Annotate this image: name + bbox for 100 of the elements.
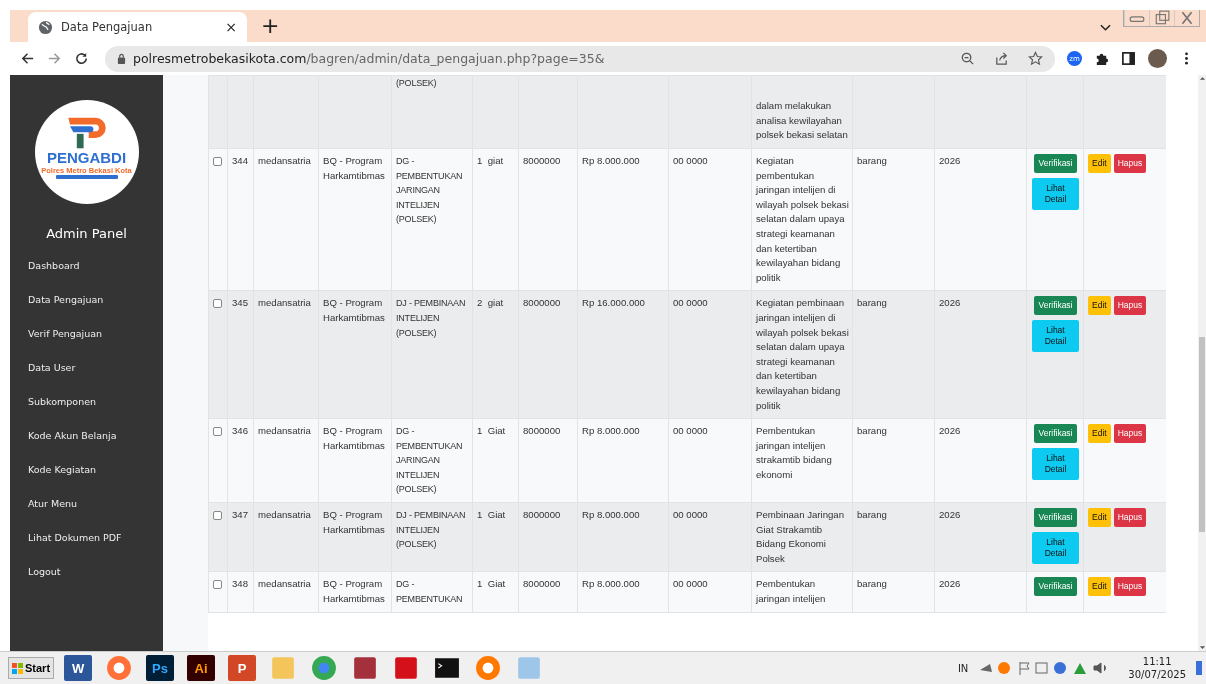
sidebar-item[interactable]: Kode Akun Belanja xyxy=(10,429,163,463)
table-cell: DG - PEMBENTUKAN JARINGAN INTELIJEN (POLSEK) xyxy=(396,426,463,495)
table-cell: 00 0000 xyxy=(673,297,708,309)
table-cell: DG - PEMBENTUKAN JARINGAN INTELIJEN (POLSEK) xyxy=(396,156,463,225)
table-cell: 1 Giat xyxy=(477,509,506,521)
sidebar-item[interactable]: Logout xyxy=(10,565,163,599)
new-tab-button[interactable]: + xyxy=(261,13,280,39)
delete-button[interactable]: Hapus xyxy=(1113,296,1147,316)
tab-close-button[interactable]: × xyxy=(225,19,237,35)
detail-button[interactable]: Lihat Detail xyxy=(1032,320,1079,353)
scrollbar-thumb[interactable] xyxy=(1199,337,1205,532)
table-cell: Rp 16.000.000 xyxy=(582,297,645,309)
table-cell: BQ - Program Harkamtibmas xyxy=(323,425,385,451)
delete-button[interactable]: Hapus xyxy=(1113,424,1147,444)
reload-icon[interactable] xyxy=(74,51,89,66)
row-checkbox[interactable] xyxy=(213,511,222,521)
delete-button[interactable]: Hapus xyxy=(1113,154,1147,173)
edit-button[interactable]: Edit xyxy=(1088,154,1111,173)
language-indicator[interactable]: IN xyxy=(957,662,969,674)
side-panel-icon[interactable] xyxy=(1121,51,1136,66)
taskbar-app-button[interactable]: P xyxy=(228,655,257,681)
row-checkbox[interactable] xyxy=(213,157,222,166)
edit-button[interactable]: Edit xyxy=(1088,577,1111,597)
taskbar-app-button[interactable]: W xyxy=(64,655,93,681)
table-cell: barang xyxy=(857,155,887,166)
verify-button[interactable]: Verifikasi xyxy=(1034,424,1077,444)
sidebar-item[interactable]: Data User xyxy=(10,361,163,395)
sidebar-item[interactable]: Verif Pengajuan xyxy=(10,327,163,361)
detail-button[interactable]: Lihat Detail xyxy=(1032,178,1079,210)
sidebar-item[interactable]: Atur Menu xyxy=(10,497,163,531)
taskbar-app-button[interactable]: Ps xyxy=(146,655,175,681)
table-cell: (POLSEK) xyxy=(396,78,437,88)
table-cell: 346 xyxy=(232,425,248,437)
sidebar-item[interactable]: Subkomponen xyxy=(10,395,163,429)
back-icon[interactable] xyxy=(20,51,35,66)
panel-title: Admin Panel xyxy=(45,226,128,241)
star-icon[interactable] xyxy=(1028,51,1043,66)
detail-button[interactable]: Lihat Detail xyxy=(1032,532,1079,565)
start-button[interactable]: Start xyxy=(8,657,55,679)
taskbar-app-icon[interactable] xyxy=(433,655,462,681)
taskbar-app-button[interactable]: Ai xyxy=(187,655,216,681)
clock-date: 30/07/2025 xyxy=(1128,668,1186,681)
delete-button[interactable]: Hapus xyxy=(1113,508,1147,528)
table-cell: 2 giat xyxy=(477,297,504,309)
edit-button[interactable]: Edit xyxy=(1088,424,1111,444)
edit-button[interactable]: Edit xyxy=(1088,508,1111,528)
table-cell: 00 0000 xyxy=(673,425,708,437)
sidebar-item[interactable]: Dashboard xyxy=(10,259,163,293)
table-cell: 347 xyxy=(232,509,248,521)
verify-button[interactable]: Verifikasi xyxy=(1034,154,1077,173)
puzzle-icon[interactable] xyxy=(1094,51,1109,66)
table-cell: Kegiatan pembinaan jaringan intelijen di wilayah polsek bekasi selatan dalam upaya strategi keamanan dan ketertiban kewilayahan bidang politik xyxy=(756,297,849,411)
table-cell: DG - PEMBENTUKAN xyxy=(396,579,463,605)
windows-flag-icon xyxy=(12,662,23,674)
tab-list-icon[interactable] xyxy=(1100,24,1111,32)
table-cell: Rp 8.000.000 xyxy=(582,425,640,437)
table-cell: 1 giat xyxy=(477,155,504,166)
table-cell: DJ - PEMBINAAN INTELIJEN (POLSEK) xyxy=(396,510,466,550)
table-cell: BQ - Program Harkamtibmas xyxy=(323,155,385,181)
table-cell: 00 0000 xyxy=(673,509,708,521)
row-checkbox[interactable] xyxy=(213,580,222,590)
row-checkbox[interactable] xyxy=(213,299,222,309)
browser-tab[interactable]: Data Pengajuan × xyxy=(28,12,247,42)
table-cell: 344 xyxy=(232,155,248,166)
verify-button[interactable]: Verifikasi xyxy=(1034,508,1077,528)
row-checkbox[interactable] xyxy=(213,427,222,437)
table-cell: 1 Giat xyxy=(477,578,506,590)
table-cell: Pembentukan jaringan intelijen strakamtib bidang ekonomi xyxy=(756,425,832,480)
logo-text: PENGABDI xyxy=(46,150,127,166)
forward-icon[interactable] xyxy=(47,51,62,66)
url-text: polresmetrobekasikota.com/bagren/admin/data_pengajuan.php?page=35& xyxy=(133,51,605,66)
edit-button[interactable]: Edit xyxy=(1088,296,1111,316)
table-cell: DJ - PEMBINAAN INTELIJEN (POLSEK) xyxy=(396,298,466,338)
verify-button[interactable]: Verifikasi xyxy=(1034,577,1077,597)
table-cell: barang xyxy=(857,297,887,309)
profile-avatar[interactable] xyxy=(1148,49,1167,68)
table-cell: 1 Giat xyxy=(477,425,506,437)
table-cell: 8000000 xyxy=(523,155,561,166)
address-bar[interactable]: polresmetrobekasikota.com/bagren/admin/data_pengajuan.php?page=35& xyxy=(105,45,1055,72)
table-cell: 8000000 xyxy=(523,578,561,590)
share-icon[interactable] xyxy=(994,51,1009,66)
scrollbar[interactable] xyxy=(1198,75,1206,651)
table-cell: BQ - Program Harkamtibmas xyxy=(323,297,385,323)
verify-button[interactable]: Verifikasi xyxy=(1034,296,1077,316)
clock[interactable]: 11:11 30/07/2025 xyxy=(1128,655,1186,681)
table-cell: dalam melakukan analisa kewilayahan polsek bekasi selatan xyxy=(756,100,848,141)
scroll-up-icon[interactable] xyxy=(1198,75,1206,81)
table-cell: medansatria xyxy=(258,509,311,521)
table-cell: 2026 xyxy=(939,297,961,309)
delete-button[interactable]: Hapus xyxy=(1113,577,1147,597)
table-cell: 345 xyxy=(232,297,248,309)
sidebar-item[interactable]: Lihat Dokumen PDF xyxy=(10,531,163,565)
globe-icon xyxy=(38,19,53,35)
zoom-out-icon[interactable] xyxy=(960,51,975,66)
sidebar-item[interactable]: Kode Kegiatan xyxy=(10,463,163,497)
detail-button[interactable]: Lihat Detail xyxy=(1032,448,1079,481)
table-cell: medansatria xyxy=(258,297,311,309)
sidebar-item[interactable]: Data Pengajuan xyxy=(10,293,163,327)
table-cell: 348 xyxy=(232,578,248,590)
table-cell: medansatria xyxy=(258,578,311,590)
